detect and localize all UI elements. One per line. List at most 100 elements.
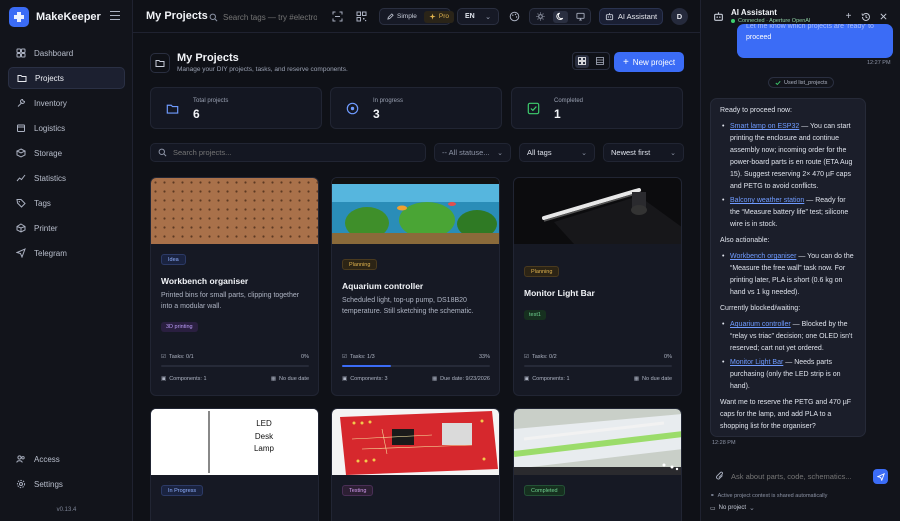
search-icon (158, 148, 167, 157)
send-icon (16, 248, 26, 258)
project-image-pegboard (151, 178, 318, 244)
new-project-label: New project (632, 57, 676, 67)
robot-icon (605, 13, 614, 21)
theme-switcher (529, 8, 591, 25)
sidebar-item-printer[interactable]: Printer (8, 217, 125, 239)
stat-label: In progress (373, 98, 404, 104)
sidebar-item-settings[interactable]: Settings (8, 473, 125, 495)
project-link[interactable]: Aquarium controller (730, 321, 791, 328)
assistant-panel: AI Assistant Connected · Aperture OpenAI… (700, 0, 900, 521)
calendar-icon: ▦ (633, 376, 640, 382)
chat-input[interactable] (731, 468, 866, 484)
project-search[interactable] (150, 143, 426, 162)
project-tag[interactable]: 3D printing (161, 322, 198, 332)
sidebar-item-label: Dashboard (34, 48, 74, 58)
sidebar-item-dashboard[interactable]: Dashboard (8, 42, 125, 64)
avatar[interactable]: D (671, 8, 688, 25)
history-icon[interactable] (860, 11, 871, 22)
lamp-image-text: Desk (254, 431, 274, 441)
brand[interactable]: MakeKeeper (9, 7, 101, 27)
project-card-led-strip[interactable]: Completed (513, 408, 682, 521)
attachment-icon[interactable] (715, 471, 725, 481)
lamp-image-text: LED (256, 419, 272, 428)
project-image-pcb (332, 409, 499, 475)
mode-pro-button[interactable]: Pro (423, 10, 454, 23)
sidebar-item-tags[interactable]: Tags (8, 192, 125, 214)
folder-icon (165, 101, 180, 116)
project-context-select[interactable]: ▭ No project ⌄ (710, 504, 755, 512)
project-tag[interactable]: test1 (524, 310, 546, 320)
tag-filter-select[interactable]: All tags ⌄ (519, 143, 595, 162)
storage-icon (16, 148, 26, 158)
top-bar: My Projects Simple Pro EN ⌄ AI Assistant… (133, 0, 700, 33)
monitor-icon[interactable] (573, 11, 588, 23)
task-progress-bar (342, 365, 490, 367)
stat-total-projects: Total projects 6 (150, 87, 322, 129)
card-footer: ▣ Components: 1 ▦ No due date (161, 376, 309, 382)
sort-select[interactable]: Newest first ⌄ (603, 143, 684, 162)
actionable-list: Workbench organiser — You can do the “Me… (720, 251, 856, 299)
ai-assistant-button[interactable]: AI Assistant (599, 8, 663, 25)
send-button[interactable] (873, 469, 888, 484)
project-link[interactable]: Monitor Light Bar (730, 359, 783, 366)
project-card-workbench-organiser[interactable]: Idea Workbench organiser Printed bins fo… (150, 177, 319, 396)
mode-simple-button[interactable]: Simple (382, 11, 422, 23)
project-link[interactable]: Workbench organiser (730, 253, 796, 260)
grid-view-icon[interactable] (575, 54, 589, 68)
status-filter-select[interactable]: -- All statuse... ⌄ (434, 143, 511, 162)
sun-icon[interactable] (533, 11, 548, 23)
projects-heading: My Projects (177, 52, 239, 64)
stat-in-progress: In progress 3 (330, 87, 502, 129)
task-summary: ☑ Tasks: 0/1 0% (161, 354, 309, 360)
project-card-monitor-light-bar[interactable]: Planning Monitor Light Bar test1 ☑ Tasks:… (513, 177, 682, 396)
new-chat-icon[interactable]: + (843, 11, 854, 22)
language-select[interactable]: EN ⌄ (457, 8, 499, 25)
sidebar-item-storage[interactable]: Storage (8, 142, 125, 164)
app-version: v0.13.4 (56, 507, 77, 513)
table-view-icon[interactable] (593, 55, 607, 68)
sidebar-item-label: Projects (35, 73, 64, 83)
new-project-button[interactable]: + New project (614, 52, 684, 72)
card-footer: ▣ Components: 1 ▦ No due date (524, 376, 672, 382)
tag-search-input[interactable] (223, 12, 317, 22)
status-badge: Completed (524, 485, 565, 496)
sidebar-item-statistics[interactable]: Statistics (8, 167, 125, 189)
project-link[interactable]: Smart lamp on ESP32 (730, 123, 799, 130)
task-summary: ☑ Tasks: 0/2 0% (524, 354, 672, 360)
status-badge: Planning (342, 259, 378, 270)
stat-value: 6 (193, 107, 200, 121)
target-icon (345, 101, 360, 116)
sidebar-item-access[interactable]: Access (8, 448, 125, 470)
stat-completed: Completed 1 (511, 87, 683, 129)
sidebar-item-projects[interactable]: Projects (8, 67, 125, 89)
lamp-image-text: Lamp (253, 444, 274, 453)
sidebar-item-label: Printer (34, 223, 58, 233)
sort-value: Newest first (611, 148, 651, 157)
checkbox-icon (526, 101, 541, 116)
plus-icon: + (622, 56, 629, 68)
menu-toggle-icon[interactable] (110, 11, 120, 20)
sidebar-item-inventory[interactable]: Inventory (8, 92, 125, 114)
palette-icon[interactable] (507, 9, 522, 24)
sidebar-item-logistics[interactable]: Logistics (8, 117, 125, 139)
sidebar-item-label: Inventory (34, 98, 67, 108)
list-item: Monitor Light Bar — Needs parts purchasi… (720, 357, 856, 393)
status-dot-icon (731, 19, 735, 23)
project-card-pcb[interactable]: Testing (331, 408, 500, 521)
project-description: Scheduled light, top-up pump, DS18B20 te… (342, 297, 474, 315)
gear-icon (16, 479, 26, 489)
stat-value: 3 (373, 107, 380, 121)
project-search-input[interactable] (173, 148, 413, 157)
project-card-led-desk-lamp[interactable]: LED Desk Lamp In Progress (150, 408, 319, 521)
sidebar-item-telegram[interactable]: Telegram (8, 242, 125, 264)
sidebar-item-label: Statistics (34, 173, 67, 183)
tag-search[interactable] (209, 9, 322, 25)
project-link[interactable]: Balcony weather station (730, 197, 804, 204)
qr-code-icon[interactable] (354, 9, 369, 24)
moon-icon[interactable] (552, 10, 568, 23)
scan-icon[interactable] (330, 9, 345, 24)
users-icon (16, 454, 26, 464)
close-icon[interactable] (878, 11, 889, 22)
project-card-aquarium-controller[interactable]: Planning Aquarium controller Scheduled l… (331, 177, 500, 396)
list-item: Smart lamp on ESP32 — You can start prin… (720, 121, 856, 193)
